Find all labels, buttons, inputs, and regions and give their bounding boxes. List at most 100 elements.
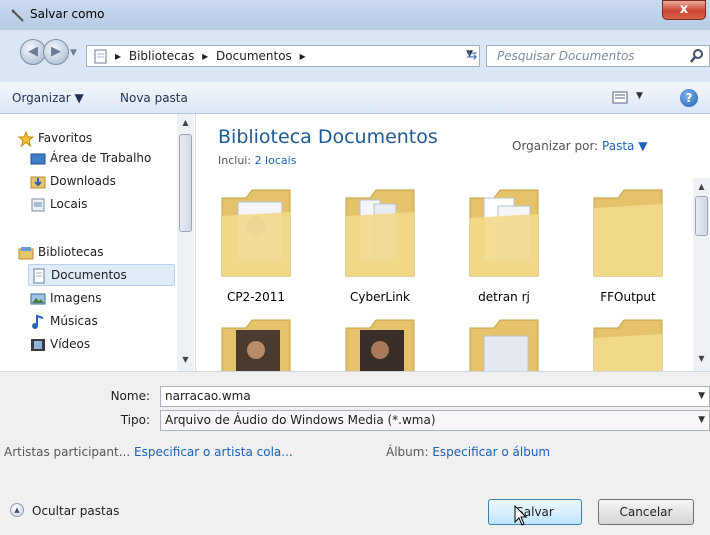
folder-icon: [469, 319, 539, 371]
breadcrumb-bibliotecas[interactable]: Bibliotecas: [129, 49, 194, 63]
pictures-icon: [30, 293, 46, 305]
folder-icon: [593, 189, 663, 277]
folder-item[interactable]: [198, 316, 314, 371]
folder-item[interactable]: detran rj: [446, 186, 562, 326]
sidebar-item-label: Locais: [50, 197, 88, 211]
album-link[interactable]: Especificar o álbum: [432, 445, 550, 459]
help-icon[interactable]: ?: [680, 89, 698, 107]
includes-locations-link[interactable]: 2 locais: [255, 154, 297, 167]
breadcrumb-separator-icon[interactable]: ▸: [115, 49, 121, 63]
folder-item[interactable]: [446, 316, 562, 371]
folder-item[interactable]: CP2-2011: [198, 186, 314, 326]
hide-folders-button[interactable]: Ocultar pastas: [32, 504, 119, 518]
downloads-folder-icon: [30, 176, 46, 189]
folder-icon: [345, 319, 415, 371]
folder-name: CP2-2011: [226, 290, 286, 304]
file-type-dropdown-icon[interactable]: ▼: [698, 411, 705, 430]
folder-icon: [345, 189, 415, 277]
sidebar-item-label: Downloads: [50, 174, 116, 188]
breadcrumb-separator-icon[interactable]: ▸: [202, 49, 208, 63]
file-list: Biblioteca Documentos Inclui: 2 locais O…: [196, 114, 710, 371]
includes-label: Inclui:: [218, 154, 252, 167]
view-options-icon[interactable]: [612, 91, 628, 104]
search-icon[interactable]: [689, 48, 705, 64]
star-icon: [18, 131, 34, 147]
cancel-button[interactable]: Cancelar: [598, 499, 694, 525]
document-library-icon: [94, 49, 107, 64]
command-bar: Organizar ▼ Nova pasta ▼ ?: [0, 82, 710, 114]
folder-name: detran rj: [478, 290, 530, 304]
folder-name: FFOutput: [600, 290, 656, 304]
mouse-cursor-icon: [514, 505, 528, 526]
recent-places-icon: [31, 198, 45, 212]
sidebar-item-documentos[interactable]: Documentos: [28, 264, 175, 286]
documents-icon: [33, 268, 45, 284]
recent-pages-dropdown[interactable]: ▼: [70, 48, 78, 58]
sidebar-item-label: Bibliotecas: [38, 245, 104, 259]
folder-item[interactable]: CyberLink: [322, 186, 438, 326]
file-name-dropdown-icon[interactable]: ▼: [698, 387, 705, 406]
type-label: Tipo:: [120, 413, 150, 427]
scroll-down-icon[interactable]: ▼: [693, 350, 710, 367]
name-label: Nome:: [110, 389, 150, 403]
close-button[interactable]: x: [662, 0, 706, 20]
sidebar-item-label: Músicas: [50, 314, 98, 328]
library-title: Biblioteca Documentos: [218, 126, 438, 148]
folder-name: CyberLink: [350, 290, 410, 304]
refresh-icon[interactable]: ⇆: [460, 45, 484, 67]
collapse-icon[interactable]: ▲: [10, 503, 24, 517]
view-dropdown-icon[interactable]: ▼: [636, 91, 643, 101]
artists-link[interactable]: Especificar o artista cola...: [134, 445, 293, 459]
sidebar-item-label: Vídeos: [50, 337, 91, 351]
file-type-select[interactable]: Arquivo de Áudio do Windows Media (*.wma…: [160, 410, 710, 431]
forward-button[interactable]: ▶: [43, 39, 69, 65]
scroll-down-icon[interactable]: ▼: [177, 351, 194, 368]
libraries-icon: [18, 247, 34, 260]
title-bar: Salvar como x: [0, 0, 710, 30]
sidebar-item-favoritos[interactable]: Favoritos: [18, 128, 198, 150]
file-type-value: Arquivo de Áudio do Windows Media (*.wma…: [165, 413, 436, 427]
artists-label: Artistas participant...: [4, 445, 131, 459]
scroll-up-icon[interactable]: ▲: [177, 114, 194, 131]
save-as-dialog: Salvar como x ◀ ▶ ▼ ▸ Bibliotecas ▸ Docu…: [0, 0, 710, 535]
sidebar-item-label: Documentos: [51, 268, 127, 282]
folder-icon: [221, 319, 291, 371]
search-placeholder: Pesquisar Documentos: [497, 49, 635, 63]
organize-menu[interactable]: Organizar ▼: [12, 91, 84, 105]
sidebar-item-label: Favoritos: [38, 131, 93, 145]
scroll-up-icon[interactable]: ▲: [693, 178, 710, 195]
save-form: Nome: narracao.wma ▼ Tipo: Arquivo de Áu…: [0, 371, 710, 535]
album-label: Álbum:: [386, 445, 429, 459]
navigation-pane: Favoritos Área de Trabalho Downloads Loc…: [0, 114, 196, 371]
address-bar[interactable]: ▸ Bibliotecas ▸ Documentos ▸ ▼: [86, 45, 480, 67]
album-field: Álbum: Especificar o álbum: [386, 445, 550, 459]
scroll-thumb[interactable]: [179, 134, 192, 232]
file-name-input[interactable]: narracao.wma ▼: [160, 386, 710, 407]
folder-item[interactable]: [322, 316, 438, 371]
sidebar-item-label: Imagens: [50, 291, 102, 305]
breadcrumb: ▸ Bibliotecas ▸ Documentos ▸: [115, 49, 310, 63]
library-includes: Inclui: 2 locais: [218, 154, 296, 167]
new-folder-button[interactable]: Nova pasta: [120, 91, 188, 105]
breadcrumb-separator-icon[interactable]: ▸: [300, 49, 306, 63]
scroll-thumb[interactable]: [695, 196, 708, 236]
content-scrollbar[interactable]: ▲ ▼: [693, 178, 710, 371]
folder-item[interactable]: [570, 316, 686, 371]
folder-icon: [221, 189, 291, 277]
folder-icon: [469, 189, 539, 277]
save-as-icon: [11, 9, 24, 22]
artists-field: Artistas participant... Especificar o ar…: [4, 445, 293, 459]
save-button[interactable]: Salvar: [488, 499, 582, 525]
search-input[interactable]: Pesquisar Documentos: [486, 45, 710, 67]
music-icon: [32, 314, 44, 329]
folder-icon: [593, 319, 663, 371]
arrange-by-dropdown[interactable]: Pasta ▼: [602, 139, 647, 153]
navigation-scrollbar[interactable]: ▲ ▼: [177, 114, 194, 371]
navigation-bar: ◀ ▶ ▼ ▸ Bibliotecas ▸ Documentos ▸ ▼ ⇆ P…: [0, 30, 710, 82]
desktop-icon: [30, 153, 46, 165]
arrange-by-label: Organizar por:: [512, 139, 599, 153]
sidebar-item-bibliotecas[interactable]: Bibliotecas: [18, 242, 198, 264]
window-title: Salvar como: [30, 7, 105, 21]
breadcrumb-documentos[interactable]: Documentos: [216, 49, 292, 63]
folder-item[interactable]: FFOutput: [570, 186, 686, 326]
